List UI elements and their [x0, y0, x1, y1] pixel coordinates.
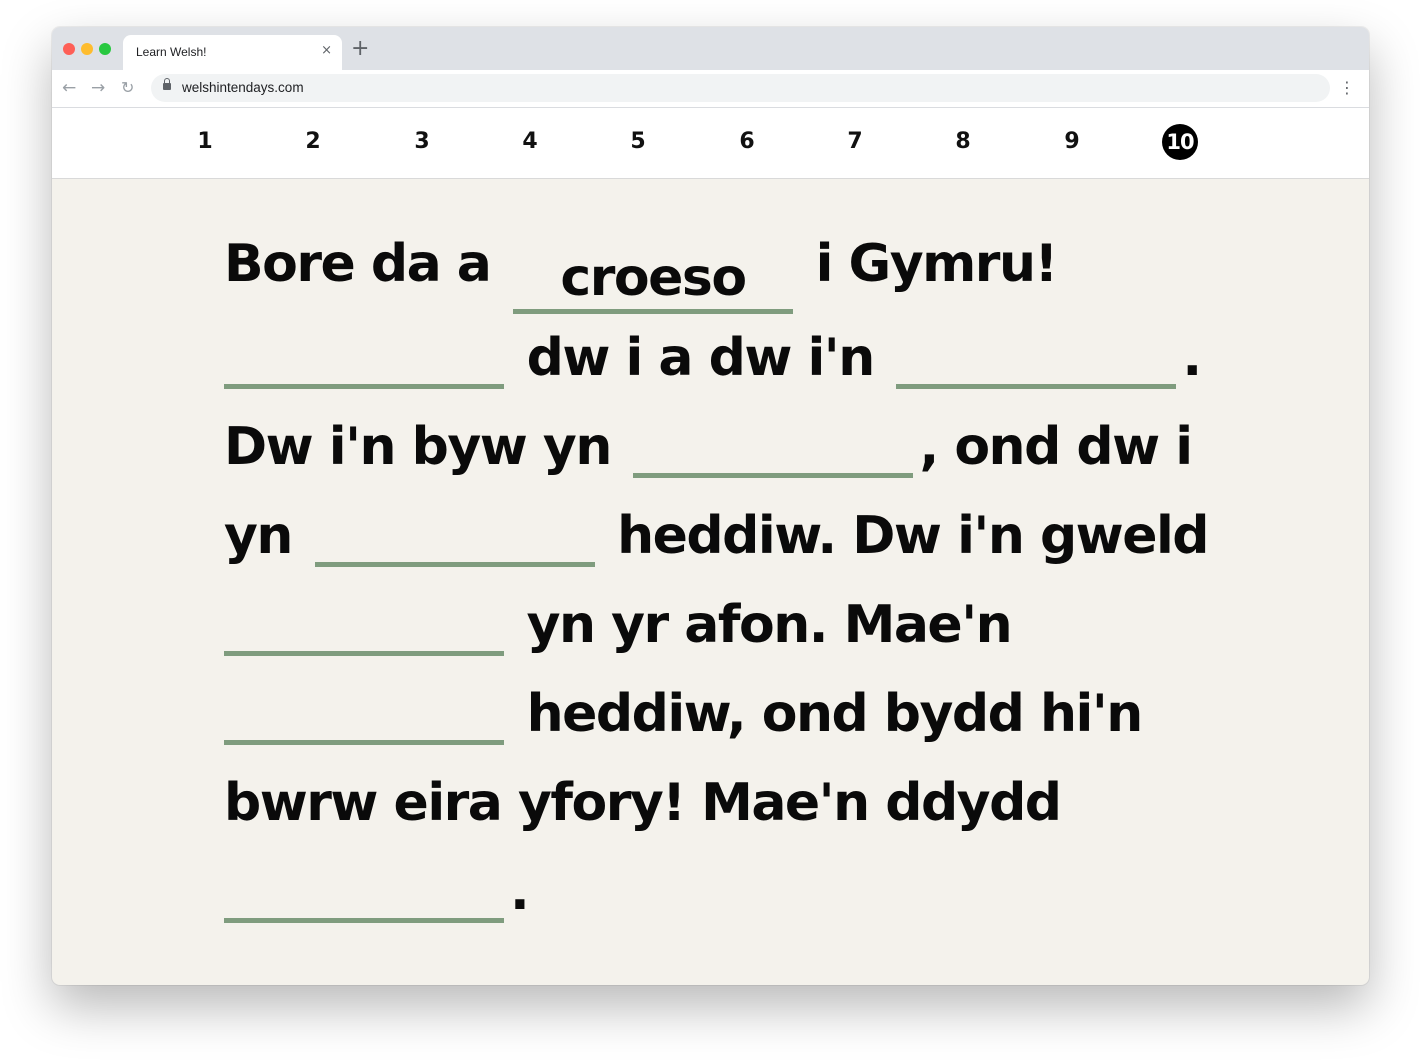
page-link-3[interactable]: 3 [404, 124, 440, 160]
blank-input-4[interactable] [633, 411, 914, 478]
text-segment: yn [224, 506, 293, 566]
text-segment: . [1182, 328, 1202, 388]
new-tab-icon[interactable]: + [351, 38, 369, 60]
text-segment: . [510, 862, 530, 922]
blank-input-6[interactable] [224, 589, 504, 656]
tab-close-icon[interactable]: × [321, 43, 332, 59]
page-link-1[interactable]: 1 [187, 124, 223, 160]
text-segment: dw i a dw i'n [526, 328, 876, 388]
forward-arrow-icon[interactable]: → [91, 78, 105, 98]
blank-input-8[interactable] [224, 856, 504, 923]
blank-input-2[interactable] [224, 322, 504, 389]
text-segment: Dw i'n byw yn [224, 417, 612, 477]
page-link-2[interactable]: 2 [295, 124, 331, 160]
blank-input-1[interactable]: croeso [513, 247, 793, 314]
url-text: welshintendays.com [182, 80, 304, 95]
reload-icon[interactable]: ↻ [121, 78, 134, 98]
browser-tab[interactable]: Learn Welsh! × [123, 35, 342, 70]
more-menu-icon[interactable]: ⋮ [1339, 78, 1355, 98]
text-segment: i Gymru! [815, 234, 1059, 294]
text-segment: heddiw, ond bydd hi'n [526, 684, 1144, 744]
text-segment: , ond dw i [919, 417, 1193, 477]
page-link-4[interactable]: 4 [512, 124, 548, 160]
text-segment: heddiw. Dw i'n gweld [617, 506, 1209, 566]
maximize-window-icon[interactable] [99, 43, 111, 55]
text-segment: bwrw eira yfory! Mae'n ddydd [224, 773, 1062, 833]
text-segment: Bore da a [224, 234, 492, 294]
close-window-icon[interactable] [63, 43, 75, 55]
tab-title: Learn Welsh! [136, 45, 207, 59]
browser-window: Learn Welsh! × + ← → ↻ welshintendays.co… [52, 27, 1369, 985]
address-bar[interactable]: welshintendays.com [151, 74, 1330, 102]
page-link-10-active[interactable]: 10 [1162, 124, 1198, 160]
lock-icon [163, 78, 171, 90]
page-link-6[interactable]: 6 [729, 124, 765, 160]
page-link-5[interactable]: 5 [620, 124, 656, 160]
blank-input-3[interactable] [896, 322, 1177, 389]
browser-toolbar: ← → ↻ welshintendays.com ⋮ [52, 70, 1369, 108]
page-number-nav: 1 2 3 4 5 6 7 8 9 10 [52, 108, 1369, 179]
page-link-9[interactable]: 9 [1054, 124, 1090, 160]
page-link-7[interactable]: 7 [837, 124, 873, 160]
text-segment: yn yr afon. Mae'n [526, 595, 1013, 655]
blank-input-7[interactable] [224, 678, 504, 745]
tab-strip: Learn Welsh! × + [52, 27, 1369, 70]
blank-input-5[interactable] [314, 500, 595, 567]
minimize-window-icon[interactable] [81, 43, 93, 55]
page-link-8[interactable]: 8 [945, 124, 981, 160]
back-arrow-icon[interactable]: ← [62, 78, 76, 98]
fill-in-the-blanks-exercise: Bore da a croeso i Gymru! dw i a dw i'n … [224, 220, 1224, 937]
